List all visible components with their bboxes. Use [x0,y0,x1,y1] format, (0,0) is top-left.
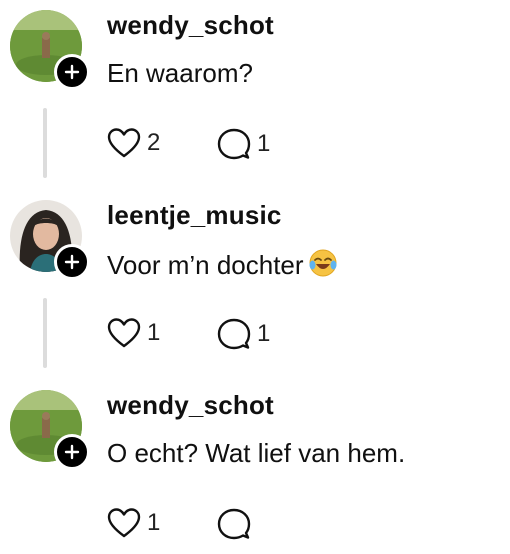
like-button[interactable]: 1 [107,318,160,348]
comment-text: En waarom? [107,58,253,88]
follow-button[interactable] [54,434,90,470]
like-button[interactable]: 1 [107,508,160,538]
like-count: 2 [147,129,161,156]
comment-text: O echt? Wat lief van hem. [107,438,406,468]
comment-text-body: Voor m’n dochter [107,250,304,280]
username[interactable]: wendy_schot [107,10,274,41]
like-button[interactable]: 2 [107,128,160,158]
reply-count: 1 [257,320,271,347]
reply-button[interactable] [217,508,257,540]
like-count: 1 [147,319,161,346]
follow-button[interactable] [54,54,90,90]
reply-count: 1 [257,130,271,157]
heart-outline-icon [107,128,141,158]
reply-button[interactable]: 1 [217,318,270,350]
heart-outline-icon [107,318,141,348]
speech-bubble-icon [217,128,251,160]
plus-icon [64,64,80,80]
username[interactable]: wendy_schot [107,390,274,421]
username[interactable]: leentje_music [107,200,282,231]
comment-text: Voor m’n dochter [107,248,338,285]
like-count: 1 [147,509,161,536]
reply-button[interactable]: 1 [217,128,270,160]
thread-line [43,108,47,178]
speech-bubble-icon [217,318,251,350]
heart-outline-icon [107,508,141,538]
plus-icon [64,444,80,460]
follow-button[interactable] [54,244,90,280]
face-with-tears-of-joy-icon [308,248,338,285]
plus-icon [64,254,80,270]
speech-bubble-icon [217,508,251,540]
thread-line [43,298,47,368]
